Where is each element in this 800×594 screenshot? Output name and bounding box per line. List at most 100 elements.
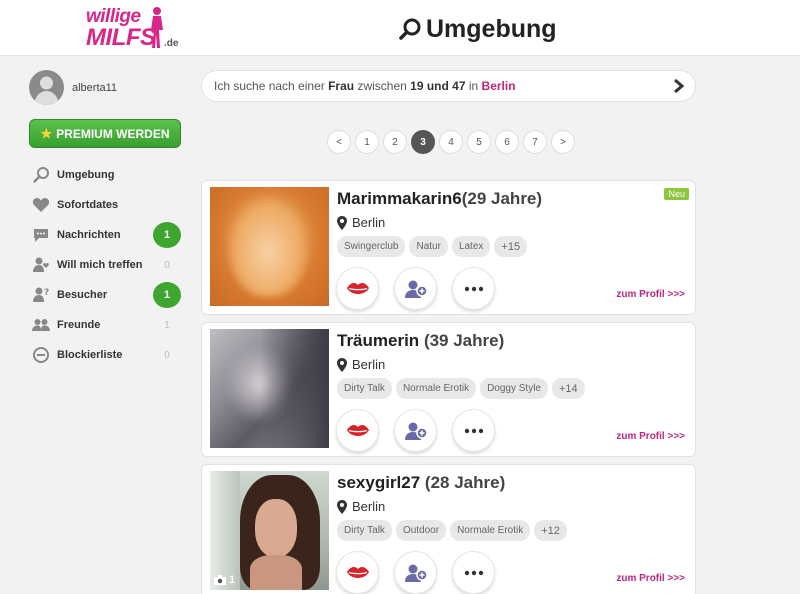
sidebar-item-sofortdates[interactable]: Sofortdates (31, 190, 181, 220)
chevron-right-icon[interactable] (671, 78, 685, 94)
more-options-button[interactable] (452, 409, 495, 452)
kiss-button[interactable] (336, 267, 379, 310)
avatar[interactable] (29, 70, 64, 105)
map-pin-icon (337, 357, 347, 372)
profile-location: Berlin (337, 499, 385, 514)
interest-tag: Normale Erotik (395, 378, 477, 399)
interest-tag: Natur (409, 236, 448, 257)
profile-actions (336, 409, 495, 452)
kiss-button[interactable] (336, 409, 379, 452)
svg-text:?: ? (44, 288, 49, 298)
profile-name-line: Träumerin (39 Jahre) (337, 331, 504, 351)
profile-link[interactable]: zum Profil >>> (616, 573, 685, 584)
interest-tag: Dirty Talk (337, 520, 392, 541)
profile-card: Marimmakarin6(29 Jahre) Neu Berlin Swing… (201, 180, 696, 315)
page-next-button[interactable]: > (551, 130, 575, 154)
search-icon (399, 18, 421, 40)
premium-label: PREMIUM WERDEN (56, 126, 170, 141)
page-button-current[interactable]: 3 (411, 130, 435, 154)
add-friend-button[interactable] (394, 551, 437, 594)
page-button[interactable]: 6 (495, 130, 519, 154)
sidebar-item-label: Nachrichten (57, 229, 121, 241)
friends-icon (31, 315, 51, 335)
sidebar-item-count: 0 (164, 259, 170, 271)
search-icon (31, 165, 51, 185)
sidebar-item-nachrichten[interactable]: Nachrichten 1 (31, 220, 181, 250)
logo-tld: .de (164, 38, 179, 49)
page-title-wrap: Umgebung (398, 14, 557, 44)
more-dots-icon (464, 570, 483, 575)
more-tags-badge[interactable]: +12 (534, 520, 567, 541)
profile-name[interactable]: Träumerin (337, 331, 419, 350)
chat-icon (31, 225, 51, 245)
more-options-button[interactable] (452, 267, 495, 310)
premium-button[interactable]: ★ PREMIUM WERDEN (29, 119, 181, 148)
profile-location: Berlin (337, 357, 385, 372)
interest-tags: Swingerclub Natur Latex +15 (337, 236, 528, 257)
more-options-button[interactable] (452, 551, 495, 594)
profile-name[interactable]: sexygirl27 (337, 473, 420, 492)
star-icon: ★ (40, 125, 53, 141)
lips-icon (346, 566, 369, 578)
page-button[interactable]: 2 (383, 130, 407, 154)
map-pin-icon (337, 215, 347, 230)
sidebar-item-count: 1 (164, 319, 170, 331)
profile-card: Träumerin (39 Jahre) Berlin Dirty Talk N… (201, 322, 696, 457)
profile-age: (39 Jahre) (423, 331, 505, 350)
sidebar-item-will-mich-treffen[interactable]: Will mich treffen 0 (31, 250, 181, 280)
page-button[interactable]: 1 (355, 130, 379, 154)
new-badge: Neu (664, 188, 689, 200)
map-pin-icon (337, 499, 347, 514)
pagination: < 1 2 3 4 5 6 7 > (327, 130, 575, 154)
profile-location: Berlin (337, 215, 385, 230)
profile-name-line: sexygirl27 (28 Jahre) (337, 473, 505, 493)
interest-tag: Swingerclub (337, 236, 406, 257)
camera-icon (214, 575, 226, 585)
profile-actions (336, 267, 495, 310)
sidebar-item-besucher[interactable]: ? Besucher 1 (31, 280, 181, 310)
more-tags-badge[interactable]: +14 (552, 378, 585, 399)
user-silhouette-icon (34, 76, 59, 105)
profile-link[interactable]: zum Profil >>> (616, 289, 685, 300)
page-button[interactable]: 7 (523, 130, 547, 154)
site-logo[interactable]: willige MILFS .de (84, 4, 184, 52)
sidebar-nav: Umgebung Sofortdates Nachrichten 1 Will … (31, 160, 181, 370)
sidebar-item-freunde[interactable]: Freunde 1 (31, 310, 181, 340)
sidebar-item-label: Sofortdates (57, 199, 119, 211)
page-button[interactable]: 5 (467, 130, 491, 154)
add-friend-button[interactable] (394, 409, 437, 452)
photo-count: 1 (214, 574, 235, 586)
visitor-badge: 1 (153, 282, 181, 308)
user-plus-icon (404, 564, 428, 582)
sidebar-item-label: Freunde (57, 319, 101, 331)
page-button[interactable]: 4 (439, 130, 463, 154)
more-tags-badge[interactable]: +15 (494, 236, 528, 257)
profile-link[interactable]: zum Profil >>> (616, 431, 685, 442)
interest-tag: Dirty Talk (337, 378, 392, 399)
kiss-button[interactable] (336, 551, 379, 594)
add-friend-button[interactable] (394, 267, 437, 310)
interest-tag: Normale Erotik (450, 520, 531, 541)
interest-tag: Latex (451, 236, 491, 257)
search-criteria-bar[interactable]: Ich suche nach einer Frau zwischen 19 un… (201, 70, 696, 102)
profile-age: (29 Jahre) (461, 189, 543, 208)
sidebar-item-label: Will mich treffen (57, 259, 143, 271)
page-prev-button[interactable]: < (327, 130, 351, 154)
profile-photo[interactable]: 1 (210, 471, 329, 590)
interest-tags: Dirty Talk Normale Erotik Doggy Style +1… (337, 378, 585, 399)
profile-name[interactable]: Marimmakarin6 (337, 189, 462, 208)
sidebar-item-label: Umgebung (57, 169, 115, 181)
unread-badge: 1 (153, 222, 181, 248)
user-plus-icon (404, 280, 428, 298)
profile-age: (28 Jahre) (424, 473, 506, 492)
profile-card: 1 sexygirl27 (28 Jahre) Berlin Dirty Tal… (201, 464, 696, 594)
sidebar-item-blockierliste[interactable]: Blockierliste 0 (31, 340, 181, 370)
profile-name-line: Marimmakarin6(29 Jahre) (337, 189, 542, 209)
interest-tag: Outdoor (395, 520, 447, 541)
sidebar-item-umgebung[interactable]: Umgebung (31, 160, 181, 190)
profile-photo[interactable] (210, 187, 329, 306)
user-profile[interactable]: alberta11 (29, 70, 117, 105)
more-dots-icon (464, 428, 483, 433)
profile-photo[interactable] (210, 329, 329, 448)
profile-actions (336, 551, 495, 594)
